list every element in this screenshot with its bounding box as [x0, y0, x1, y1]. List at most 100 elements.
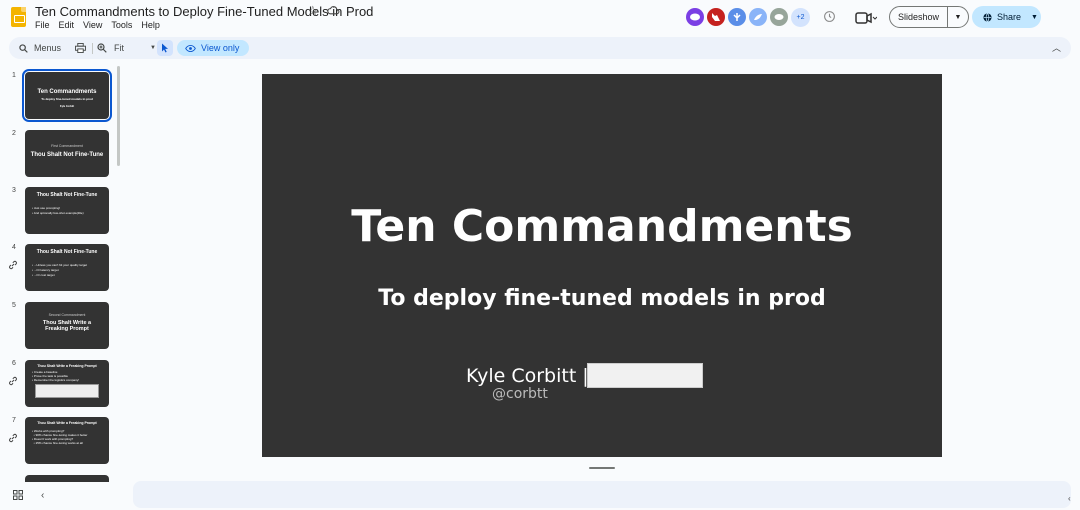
chevron-up-icon[interactable]: ︿	[1052, 41, 1061, 54]
filmstrip-item[interactable]: 1 Ten Commandments To deploy fine-tuned …	[0, 69, 126, 124]
slide-number: 6	[12, 360, 16, 367]
thumb-title: Ten Commandments	[37, 89, 97, 95]
hippo-icon[interactable]	[686, 8, 704, 26]
menu-file[interactable]: File	[35, 20, 50, 30]
view-only-badge[interactable]: View only	[177, 40, 250, 56]
slide-thumbnail[interactable]: Thou Shalt Write a Freaking Prompt • Wor…	[25, 417, 109, 464]
slide-number: 7	[12, 417, 16, 424]
slide-number: 2	[12, 130, 16, 137]
link-icon	[9, 433, 17, 443]
thumb-title: Thou Shalt Not Fine-Tune	[36, 192, 98, 198]
zoom-label: Fit	[114, 43, 124, 53]
filmstrip-scrollbar[interactable]	[117, 66, 120, 166]
menu-bar: File Edit View Tools Help	[35, 20, 160, 30]
thumb-bullets: • Works with prompting? • 90% chance fin…	[32, 429, 88, 445]
star-icon[interactable]: ☆	[307, 3, 319, 19]
menu-edit[interactable]: Edit	[59, 20, 75, 30]
select-tool-button[interactable]	[157, 40, 173, 56]
slide-canvas: Ten Commandments To deploy fine-tuned mo…	[262, 74, 942, 457]
slide-title: Ten Commandments	[351, 201, 853, 252]
notes-resize-handle[interactable]	[589, 467, 615, 469]
cloud-saved-icon[interactable]	[327, 4, 340, 16]
history-icon[interactable]	[823, 10, 836, 23]
slide-number: 1	[12, 72, 16, 79]
thumb-title: Thou Shalt Write a Freaking Prompt	[37, 364, 97, 368]
share-button[interactable]: Share ▼	[972, 6, 1041, 28]
chevron-down-icon[interactable]: ▼	[1031, 14, 1038, 21]
thumb-bullet: 25% chance fine-tuning works at all	[35, 441, 83, 445]
filmstrip-item[interactable]: 2 First Commandment Thou Shalt Not Fine-…	[0, 130, 126, 182]
print-icon	[75, 43, 86, 53]
fox-icon[interactable]	[707, 8, 725, 26]
slide-author: Kyle Corbitt |	[466, 365, 589, 387]
slide-thumbnail[interactable]: Thou Shalt Not Fine-Tune • ...Unless you…	[25, 244, 109, 291]
share-label: Share	[997, 12, 1022, 22]
slide-thumbnail[interactable]: Second Commandment Thou Shalt Write a Fr…	[25, 302, 109, 349]
slide-number: 5	[12, 302, 16, 309]
thumb-bullet: And optionally few-shot example(ible)	[33, 211, 84, 215]
thumb-title: Thou Shalt Not Fine-Tune	[30, 152, 104, 158]
collaborator-avatars: +2	[686, 8, 810, 27]
slide-thumbnail[interactable]: Ten Commandments To deploy fine-tuned mo…	[22, 69, 112, 122]
filmstrip-controls: ‹	[13, 490, 44, 501]
filmstrip-item[interactable]: 7 Thou Shalt Write a Freaking Prompt • W…	[0, 417, 126, 469]
search-menus[interactable]: Menus	[19, 37, 61, 59]
view-only-label: View only	[201, 43, 240, 53]
slide-number: 3	[12, 187, 16, 194]
slide-number: 4	[12, 244, 16, 251]
toolbar: Menus Fit ▼ View only ︿	[9, 37, 1071, 59]
filmstrip-item[interactable]: 3 Thou Shalt Not Fine-Tune • Just use pr…	[0, 187, 126, 239]
globe-icon	[983, 12, 992, 22]
chevron-down-icon[interactable]: ▼	[948, 14, 968, 21]
thumb-image-placeholder	[35, 384, 99, 398]
slide-thumbnail[interactable]	[25, 475, 109, 482]
link-icon	[9, 376, 17, 386]
redacted-box	[587, 363, 703, 388]
chevron-down-icon: ▼	[150, 45, 156, 51]
document-title[interactable]: Ten Commandments to Deploy Fine-Tuned Mo…	[35, 4, 373, 19]
toolbar-divider	[92, 43, 93, 54]
thumb-bullet: Just use prompting!	[33, 206, 61, 210]
grid-view-icon[interactable]	[13, 490, 23, 500]
cursor-icon	[162, 43, 168, 53]
chevron-left-icon[interactable]: ‹	[41, 490, 44, 501]
print-button[interactable]	[75, 37, 86, 59]
menu-tools[interactable]: Tools	[111, 20, 132, 30]
zoom-icon	[97, 43, 107, 53]
thumb-title: Thou Shalt Not Fine-Tune	[36, 249, 98, 255]
thumb-bullets: • Create a baseline • Prove the task is …	[32, 370, 80, 382]
thumb-subtitle: To deploy fine-tuned models in prod	[41, 97, 93, 101]
bat-icon[interactable]	[728, 8, 746, 26]
video-call-icon[interactable]	[855, 12, 877, 24]
slides-logo-icon[interactable]	[11, 7, 26, 27]
capybara-icon[interactable]	[770, 8, 788, 26]
menus-label: Menus	[34, 43, 62, 53]
filmstrip-item[interactable]: 4 Thou Shalt Not Fine-Tune • ...Unless y…	[0, 244, 126, 296]
search-icon	[19, 43, 28, 53]
thumb-bullet: ...Unless you can't hit your quality tar…	[33, 263, 87, 267]
dolphin-icon[interactable]	[749, 8, 767, 26]
slideshow-label[interactable]: Slideshow	[890, 7, 948, 27]
more-collaborators-badge[interactable]: +2	[791, 8, 810, 27]
menu-help[interactable]: Help	[141, 20, 160, 30]
thumb-author: Kyle Corbitt	[59, 105, 75, 108]
slideshow-button[interactable]: Slideshow ▼	[889, 6, 969, 28]
thumb-title: Freaking Prompt	[45, 326, 89, 332]
thumb-bullets: • Just use prompting! • And optionally f…	[32, 206, 84, 215]
zoom-selector[interactable]: Fit ▼	[97, 37, 156, 59]
filmstrip-item[interactable]	[0, 475, 126, 482]
thumb-bullet: ...Or latency target	[33, 268, 59, 272]
slide-thumbnail[interactable]: Thou Shalt Write a Freaking Prompt • Cre…	[25, 360, 109, 407]
header: Ten Commandments to Deploy Fine-Tuned Mo…	[0, 0, 1080, 36]
slide-handle: @corbtt	[492, 386, 548, 402]
speaker-notes[interactable]	[133, 481, 1071, 508]
slide-thumbnail[interactable]: Thou Shalt Not Fine-Tune • Just use prom…	[25, 187, 109, 234]
thumb-kicker: First Commandment	[51, 144, 83, 148]
filmstrip-item[interactable]: 5 Second Commandment Thou Shalt Write a …	[0, 302, 126, 354]
menu-view[interactable]: View	[83, 20, 102, 30]
slide-thumbnail[interactable]: First Commandment Thou Shalt Not Fine-Tu…	[25, 130, 109, 177]
link-icon	[9, 260, 17, 270]
chevron-left-icon[interactable]: ‹	[1068, 494, 1078, 506]
thumb-kicker: Second Commandment	[48, 313, 86, 317]
filmstrip-item[interactable]: 6 Thou Shalt Write a Freaking Prompt • C…	[0, 360, 126, 412]
